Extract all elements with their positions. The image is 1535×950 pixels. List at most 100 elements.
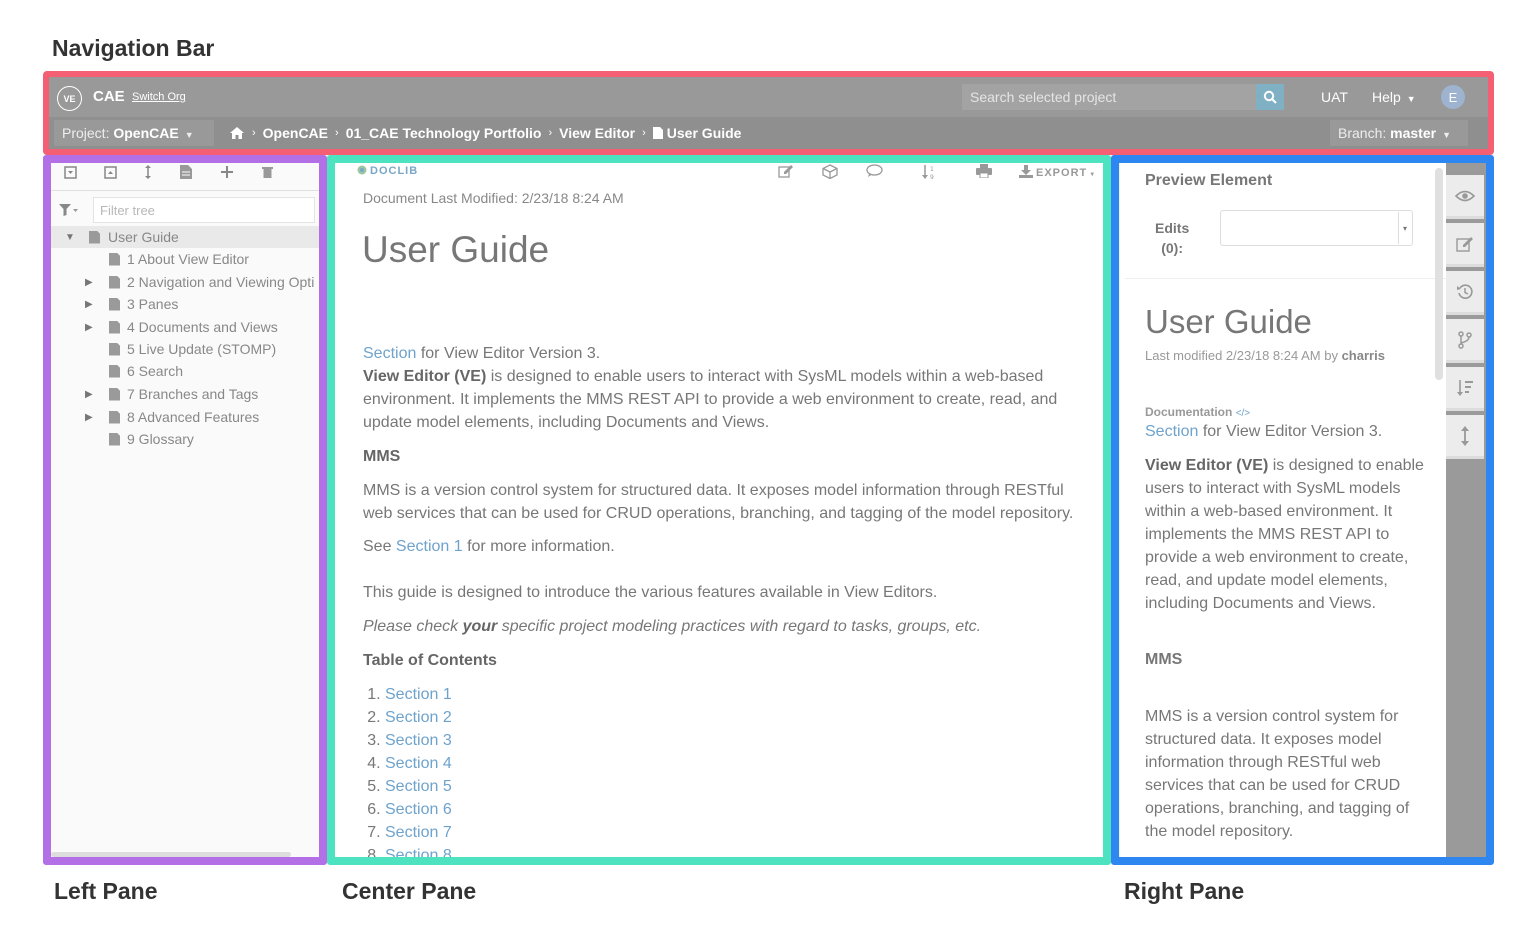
help-menu[interactable]: Help ▼ — [1372, 89, 1416, 105]
search-button[interactable] — [1256, 84, 1284, 110]
reorder-icon[interactable] — [140, 164, 156, 180]
breadcrumb-separator: › — [548, 127, 553, 139]
tree-item-label: 2 Navigation and Viewing Opti — [127, 274, 315, 290]
right-pane-label: Right Pane — [1124, 878, 1245, 904]
toc-item: Section 2 — [385, 706, 452, 729]
tree-item[interactable]: 6 Search — [51, 360, 319, 382]
breadcrumb-item[interactable]: 01_CAE Technology Portfolio — [346, 125, 542, 141]
add-icon[interactable] — [219, 164, 235, 180]
breadcrumb-item[interactable]: OpenCAE — [263, 125, 328, 141]
breadcrumb-item[interactable]: View Editor — [559, 125, 635, 141]
tree-item-label: 1 About View Editor — [127, 251, 249, 267]
avatar[interactable]: E — [1441, 85, 1465, 109]
resize-tab[interactable] — [1446, 415, 1484, 459]
branch-selector[interactable]: Branch: master ▼ — [1330, 120, 1468, 146]
switch-org-link[interactable]: Switch Org — [132, 91, 186, 103]
svg-text:9: 9 — [930, 174, 934, 180]
sort-numeric-icon[interactable]: 19 — [922, 164, 936, 183]
branches-tab[interactable] — [1446, 319, 1484, 363]
doc-mms-heading: MMS — [1145, 651, 1183, 668]
document-list-icon[interactable] — [178, 164, 194, 180]
tree-item-user-guide[interactable]: ▼ User Guide — [51, 226, 319, 248]
toc-link[interactable]: Section 6 — [385, 801, 452, 818]
toc-item: Section 3 — [385, 729, 452, 752]
toc-item: Section 6 — [385, 798, 452, 821]
chevron-down-icon: ▼ — [1406, 94, 1416, 104]
comment-icon[interactable] — [866, 164, 883, 181]
mms-heading: MMS — [363, 448, 401, 465]
tree-item[interactable]: ▶ 4 Documents and Views — [51, 316, 319, 338]
toc-link[interactable]: Section 7 — [385, 824, 452, 841]
collapsed-arrow-icon[interactable]: ▶ — [85, 299, 93, 310]
vertical-resize-icon — [1461, 425, 1469, 446]
tree-item[interactable]: ▶ 8 Advanced Features — [51, 406, 319, 428]
divider — [1125, 278, 1446, 279]
preview-tab[interactable] — [1446, 175, 1484, 219]
expanded-arrow-icon[interactable]: ▼ — [65, 232, 75, 243]
vertical-scrollbar[interactable] — [1435, 168, 1443, 380]
edit-tab[interactable] — [1446, 223, 1484, 267]
tree-item[interactable]: 1 About View Editor — [51, 248, 319, 270]
navigation-bar-label: Navigation Bar — [52, 35, 215, 61]
expand-all-icon[interactable] — [102, 164, 118, 180]
collapsed-arrow-icon[interactable]: ▶ — [85, 322, 93, 333]
export-menu[interactable]: EXPORT ▼ — [1019, 165, 1096, 179]
download-icon — [1019, 165, 1033, 178]
collapsed-arrow-icon[interactable]: ▶ — [85, 389, 93, 400]
section-link[interactable]: Section — [363, 345, 416, 362]
tree-item-label: 8 Advanced Features — [127, 409, 260, 425]
doc-ve-paragraph: View Editor (VE) is designed to enable u… — [1145, 454, 1425, 615]
uat-link[interactable]: UAT — [1321, 89, 1348, 105]
ve-logo[interactable]: VE — [57, 86, 82, 111]
toc-link[interactable]: Section 4 — [385, 755, 452, 772]
collapsed-arrow-icon[interactable]: ▶ — [85, 277, 93, 288]
home-icon[interactable] — [229, 126, 245, 140]
project-name: OpenCAE — [113, 125, 179, 141]
document-icon — [109, 275, 120, 289]
tree-item-label: 3 Panes — [127, 296, 179, 312]
tree-item-label: 6 Search — [127, 363, 184, 379]
doc-intro-paragraph: Section for View Editor Version 3. — [1145, 420, 1425, 443]
svg-text:1: 1 — [930, 166, 934, 173]
cube-icon[interactable] — [822, 164, 838, 182]
document-icon — [109, 297, 120, 311]
print-icon[interactable] — [976, 164, 992, 181]
see-prefix: See — [363, 538, 396, 555]
toc-link[interactable]: Section 3 — [385, 732, 452, 749]
toc-item: Section 7 — [385, 821, 452, 844]
toc-link[interactable]: Section 1 — [385, 686, 452, 703]
filter-icon[interactable] — [59, 203, 79, 221]
doc-ve-text: is designed to enable users to interact … — [1145, 457, 1424, 612]
select-caret-icon: ▾ — [1398, 212, 1411, 244]
reorder-tab[interactable] — [1446, 367, 1484, 411]
collapsed-arrow-icon[interactable]: ▶ — [85, 412, 93, 423]
toc-link[interactable]: Section 2 — [385, 709, 452, 726]
edit-icon[interactable] — [778, 164, 794, 181]
documentation-text: Documentation — [1145, 405, 1233, 419]
history-tab[interactable] — [1446, 271, 1484, 315]
tree-item[interactable]: 9 Glossary — [51, 428, 319, 450]
toc-link[interactable]: Section 5 — [385, 778, 452, 795]
horizontal-scrollbar[interactable] — [51, 852, 291, 857]
filter-tree-input[interactable] — [93, 197, 315, 223]
edits-select[interactable]: ▾ — [1220, 210, 1413, 246]
breadcrumb-current[interactable]: User Guide — [667, 125, 742, 141]
section-1-link[interactable]: Section 1 — [396, 538, 463, 555]
tree-item[interactable]: 5 Live Update (STOMP) — [51, 338, 319, 360]
export-label: EXPORT — [1036, 167, 1088, 179]
trash-icon[interactable] — [259, 164, 275, 180]
toc-item: Section 4 — [385, 752, 452, 775]
document-icon — [652, 127, 663, 139]
code-icon[interactable]: </> — [1236, 408, 1250, 419]
toc-link[interactable]: Section 8 — [385, 847, 452, 857]
collapse-all-icon[interactable] — [62, 164, 78, 180]
ve-description-paragraph: View Editor (VE) is designed to enable u… — [363, 365, 1083, 434]
tree-item[interactable]: ▶ 2 Navigation and Viewing Opti — [51, 271, 319, 293]
project-selector[interactable]: Project: OpenCAE ▼ — [54, 120, 214, 146]
tree-item[interactable]: ▶ 3 Panes — [51, 293, 319, 315]
document-icon — [109, 342, 120, 356]
tree-item[interactable]: ▶ 7 Branches and Tags — [51, 383, 319, 405]
search-input[interactable] — [962, 84, 1257, 110]
section-link[interactable]: Section — [1145, 423, 1198, 440]
ve-strong: View Editor (VE) — [1145, 457, 1269, 474]
